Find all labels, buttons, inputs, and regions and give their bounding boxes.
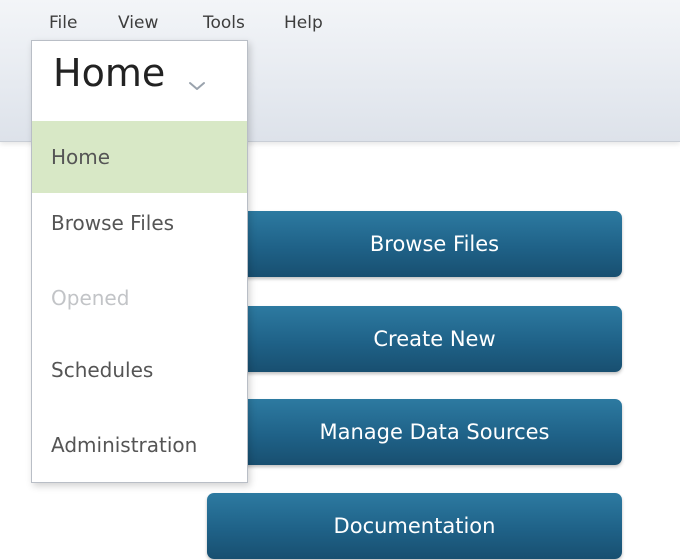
- perspective-switcher-trigger[interactable]: Home: [32, 41, 247, 121]
- documentation-button-label: Documentation: [333, 514, 496, 538]
- perspective-item-browse-files[interactable]: Browse Files: [32, 193, 247, 265]
- perspective-item-label: Opened: [51, 286, 130, 310]
- perspective-switcher-dropdown: Home Home Browse Files Opened Schedules …: [31, 40, 248, 483]
- documentation-button[interactable]: Documentation: [207, 493, 622, 559]
- create-new-button-label: Create New: [373, 327, 496, 351]
- browse-files-button[interactable]: Browse Files: [207, 211, 622, 277]
- menu-file[interactable]: File: [49, 13, 77, 33]
- perspective-item-label: Schedules: [51, 358, 154, 382]
- perspective-item-administration[interactable]: Administration: [32, 409, 247, 481]
- menu-help[interactable]: Help: [284, 13, 323, 33]
- perspective-item-label: Home: [51, 145, 111, 169]
- menu-view[interactable]: View: [118, 13, 158, 33]
- menu-tools[interactable]: Tools: [203, 13, 245, 33]
- perspective-item-schedules[interactable]: Schedules: [32, 337, 247, 409]
- perspective-item-home[interactable]: Home: [32, 121, 247, 193]
- create-new-button[interactable]: Create New: [207, 306, 622, 372]
- current-perspective-label: Home: [53, 51, 166, 95]
- perspective-item-label: Administration: [51, 433, 198, 457]
- browse-files-button-label: Browse Files: [369, 232, 500, 256]
- chevron-down-icon: [189, 82, 205, 90]
- manage-data-sources-button-label: Manage Data Sources: [319, 420, 550, 444]
- manage-data-sources-button[interactable]: Manage Data Sources: [207, 399, 622, 465]
- perspective-item-opened: Opened: [32, 265, 247, 337]
- perspective-item-label: Browse Files: [51, 211, 175, 235]
